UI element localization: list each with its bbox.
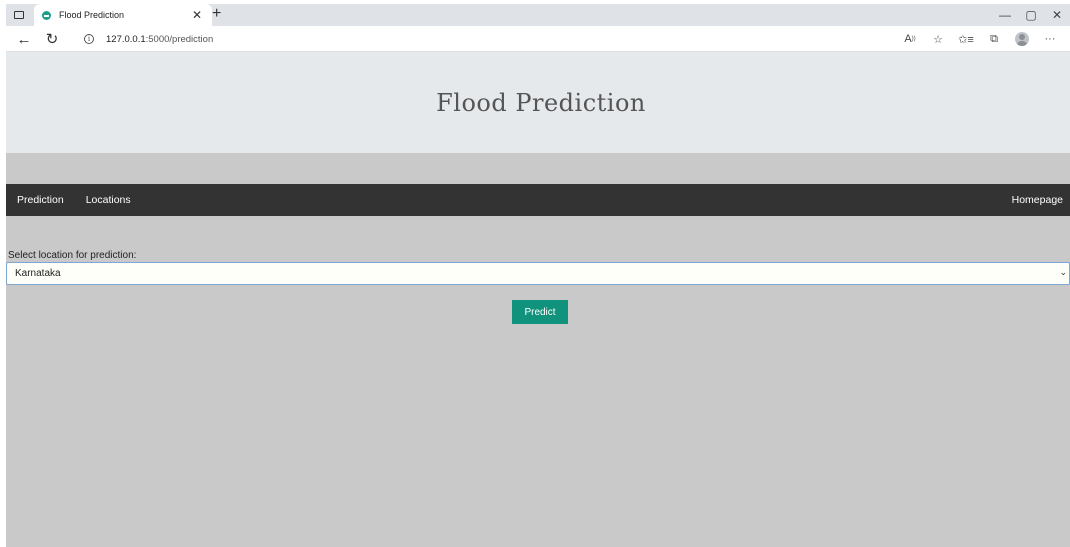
selected-location: Karnataka [15,268,61,279]
new-tab-icon[interactable]: + [212,5,221,23]
close-tab-icon[interactable]: ✕ [192,8,202,22]
profile-avatar-icon[interactable] [1008,29,1036,49]
location-select-label: Select location for prediction: [8,250,137,261]
browser-window: Flood Prediction ✕ + — ▢ ✕ ← ↻ i 127.0.0… [6,4,1070,547]
address-bar[interactable]: i 127.0.0.1:5000/prediction [74,29,894,49]
page-header: Flood Prediction [6,52,1070,153]
browser-tab[interactable]: Flood Prediction ✕ [34,4,212,26]
chevron-down-icon: ⌄ [1059,267,1067,277]
site-info-icon[interactable]: i [84,34,94,44]
refresh-icon[interactable]: ↻ [42,29,62,49]
more-menu-icon[interactable]: ··· [1036,29,1064,49]
nav-link-prediction[interactable]: Prediction [6,184,75,216]
tab-actions-icon[interactable] [12,8,26,22]
close-window-icon[interactable]: ✕ [1044,4,1070,26]
nav-link-homepage[interactable]: Homepage [1001,184,1070,216]
minimize-icon[interactable]: — [992,4,1018,26]
page-title: Flood Prediction [436,88,646,117]
browser-toolbar: A)) ☆ ✩≡ ⧉ ··· [896,29,1064,49]
address-bar-row: ← ↻ i 127.0.0.1:5000/prediction A)) ☆ ✩≡… [6,26,1070,52]
restore-icon[interactable]: ▢ [1018,4,1044,26]
back-icon[interactable]: ← [14,29,34,49]
tab-title: Flood Prediction [59,10,125,20]
window-controls: — ▢ ✕ [992,4,1070,26]
nav-link-locations[interactable]: Locations [75,184,142,216]
predict-button[interactable]: Predict [512,300,568,324]
collections-icon[interactable]: ⧉ [980,29,1008,49]
add-favorite-icon[interactable]: ☆ [924,29,952,49]
read-aloud-icon[interactable]: A)) [896,29,924,49]
favorites-icon[interactable]: ✩≡ [952,29,980,49]
web-page: Flood Prediction Prediction Locations Ho… [6,52,1070,547]
location-select[interactable]: Karnataka ⌄ [6,262,1070,285]
url-text: 127.0.0.1:5000/prediction [106,33,214,45]
nav-bar: Prediction Locations Homepage [6,184,1070,216]
tab-strip: Flood Prediction ✕ + — ▢ ✕ [6,4,1070,26]
site-favicon-icon [42,10,51,20]
